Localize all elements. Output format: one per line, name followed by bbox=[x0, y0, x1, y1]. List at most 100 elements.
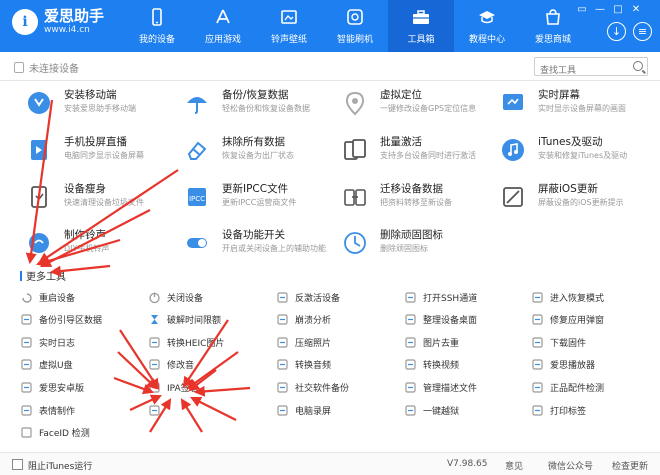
more-tool-item[interactable]: 实时日志 bbox=[20, 332, 138, 352]
delete-icon-icon bbox=[340, 228, 370, 258]
profile-manage-icon bbox=[404, 381, 417, 394]
more-tool-item[interactable]: 关闭设备 bbox=[148, 287, 266, 307]
more-tool-item[interactable]: FaceID 检测 bbox=[20, 423, 138, 443]
menu-icon[interactable]: ≡ bbox=[633, 22, 652, 41]
ringtone-maker-icon bbox=[24, 228, 54, 258]
ipcc-file-icon: IPCC bbox=[182, 182, 212, 212]
more-tool-item[interactable]: 正品配件检测 bbox=[531, 377, 649, 397]
tool-title: 更新IPCC文件 bbox=[222, 183, 289, 195]
more-tool-label: 修复应用弹窗 bbox=[550, 316, 605, 327]
tool-item[interactable]: 手机投屏直播 电脑同步显示设备屏幕 bbox=[24, 135, 174, 171]
more-tool-item[interactable]: 爱思安卓版 bbox=[20, 377, 138, 397]
nav-tab-1[interactable]: 应用游戏 bbox=[190, 0, 256, 52]
tool-item[interactable]: 抹除所有数据 恢复设备为出厂状态 bbox=[182, 135, 332, 171]
tool-item[interactable]: 批量激活 支持多台设备同时进行激活 bbox=[340, 135, 490, 171]
nav-tab-3[interactable]: 智能刷机 bbox=[322, 0, 388, 52]
more-tool-item[interactable]: 表情制作 bbox=[20, 400, 138, 420]
more-tool-item[interactable]: 进入恢复模式 bbox=[531, 287, 649, 307]
more-tool-item[interactable]: 一键越狱 bbox=[404, 400, 522, 420]
svg-text:IPCC: IPCC bbox=[189, 195, 205, 203]
more-tool-item[interactable]: 整理设备桌面 bbox=[404, 310, 522, 330]
usb-drive-icon bbox=[20, 358, 33, 371]
more-tool-item[interactable]: 管理描述文件 bbox=[404, 377, 522, 397]
more-tool-item[interactable]: 下载固件 bbox=[531, 332, 649, 352]
install-mobile-icon bbox=[24, 88, 54, 118]
more-tool-item[interactable]: 压缩照片 bbox=[276, 332, 394, 352]
tool-item[interactable]: 设备功能开关 开启或关闭设备上的辅助功能 bbox=[182, 228, 332, 264]
tool-title: 实时屏幕 bbox=[538, 89, 580, 101]
block-itunes-checkbox[interactable] bbox=[12, 459, 23, 470]
tool-item[interactable]: 实时屏幕 实时显示设备屏幕的画面 bbox=[498, 88, 648, 124]
more-tool-item[interactable]: 爱思播放器 bbox=[531, 355, 649, 375]
more-tool-label: FaceID 检测 bbox=[39, 429, 90, 440]
more-tool-item[interactable]: 转换视频 bbox=[404, 355, 522, 375]
more-tool-item[interactable]: 反激活设备 bbox=[276, 287, 394, 307]
minimize-button[interactable]: — bbox=[594, 4, 606, 16]
restart-icon bbox=[20, 291, 33, 304]
nav-tab-4[interactable]: 工具箱 bbox=[388, 0, 454, 52]
app-logo: i 爱思助手 www.i4.cn bbox=[12, 8, 104, 36]
more-tool-item[interactable]: 破解时间限额 bbox=[148, 310, 266, 330]
more-tool-item[interactable]: 转换音频 bbox=[276, 355, 394, 375]
tool-description: 支持多台设备同时进行激活 bbox=[380, 151, 476, 160]
tool-title: 手机投屏直播 bbox=[64, 136, 127, 148]
tool-item[interactable]: 迁移设备数据 把资料转移至新设备 bbox=[340, 182, 490, 218]
feedback-link[interactable]: 意见 bbox=[505, 459, 523, 472]
tool-item[interactable]: 屏蔽iOS更新 屏蔽设备的iOS更新提示 bbox=[498, 182, 648, 218]
more-tool-item[interactable]: 社交软件备份 bbox=[276, 377, 394, 397]
nav-tab-0[interactable]: 我的设备 bbox=[124, 0, 190, 52]
more-tool-item[interactable]: 备份引导区数据 bbox=[20, 310, 138, 330]
more-tool-item[interactable]: 重启设备 bbox=[20, 287, 138, 307]
more-tool-item[interactable]: 修改音 bbox=[148, 355, 266, 375]
app-url: www.i4.cn bbox=[44, 25, 90, 35]
more-tool-item[interactable] bbox=[148, 400, 266, 420]
more-tool-label: 打印标签 bbox=[550, 406, 587, 417]
skin-button[interactable]: ▭ bbox=[576, 4, 588, 16]
emoji-maker-icon bbox=[20, 404, 33, 417]
cast-screen-icon bbox=[24, 135, 54, 165]
tool-description: 安装爱思助手移动端 bbox=[64, 104, 136, 113]
more-tool-item[interactable]: 图片去重 bbox=[404, 332, 522, 352]
block-update-icon bbox=[498, 182, 528, 212]
app-name: 爱思助手 bbox=[44, 7, 105, 25]
more-tool-item[interactable]: IPA签名 bbox=[148, 377, 266, 397]
search-icon[interactable] bbox=[633, 61, 643, 71]
tool-description: DIY手机铃声 bbox=[64, 244, 110, 253]
search-box[interactable] bbox=[534, 57, 648, 80]
android-icon bbox=[20, 381, 33, 394]
close-button[interactable]: ✕ bbox=[630, 4, 642, 16]
nav-tab-2[interactable]: 铃声壁纸 bbox=[256, 0, 322, 52]
more-tool-item[interactable]: 崩溃分析 bbox=[276, 310, 394, 330]
more-tool-label: 电脑录屏 bbox=[295, 406, 332, 417]
download-icon[interactable]: ↓ bbox=[607, 22, 626, 41]
nav-tab-label: 爱思商城 bbox=[534, 35, 571, 45]
tool-item[interactable]: iTunes及驱动 安装和修复iTunes及驱动 bbox=[498, 135, 648, 171]
more-tool-label: 转换音频 bbox=[295, 361, 332, 372]
device-icon bbox=[14, 62, 24, 73]
more-tool-item[interactable]: 转换HEIC图片 bbox=[148, 332, 266, 352]
more-tool-item[interactable]: 虚拟U盘 bbox=[20, 355, 138, 375]
more-tool-item[interactable]: 电脑录屏 bbox=[276, 400, 394, 420]
toggle-switch-icon bbox=[182, 228, 212, 258]
more-tool-item[interactable]: 打印标签 bbox=[531, 400, 649, 420]
wechat-link[interactable]: 微信公众号 bbox=[548, 459, 593, 472]
tool-item[interactable]: 安装移动端 安装爱思助手移动端 bbox=[24, 88, 174, 124]
phone-icon bbox=[146, 6, 168, 28]
tool-item[interactable]: 制作铃声 DIY手机铃声 bbox=[24, 228, 174, 264]
tool-item[interactable]: 设备瘦身 快速清理设备垃圾文件 bbox=[24, 182, 174, 218]
search-input[interactable] bbox=[535, 62, 625, 80]
tool-item[interactable]: 删除顽固图标 删除顽固图标 bbox=[340, 228, 490, 264]
nav-tab-5[interactable]: 教程中心 bbox=[454, 0, 520, 52]
jailbreak-icon bbox=[404, 404, 417, 417]
block-itunes-label[interactable]: 阻止iTunes运行 bbox=[28, 459, 92, 472]
more-tool-item[interactable]: 修复应用弹窗 bbox=[531, 310, 649, 330]
tool-item[interactable]: 备份/恢复数据 轻松备份和恢复设备数据 bbox=[182, 88, 332, 124]
more-tool-item[interactable]: 打开SSH通道 bbox=[404, 287, 522, 307]
check-update-link[interactable]: 检查更新 bbox=[612, 459, 648, 472]
more-tool-label: 重启设备 bbox=[39, 293, 76, 304]
maximize-button[interactable]: □ bbox=[612, 4, 624, 16]
tool-item[interactable]: IPCC 更新IPCC文件 更新IPCC运营商文件 bbox=[182, 182, 332, 218]
tool-item[interactable]: 虚拟定位 一键修改设备GPS定位信息 bbox=[340, 88, 490, 124]
nav-tab-label: 应用游戏 bbox=[204, 35, 241, 45]
more-tools-heading: 更多工具 bbox=[20, 268, 66, 283]
